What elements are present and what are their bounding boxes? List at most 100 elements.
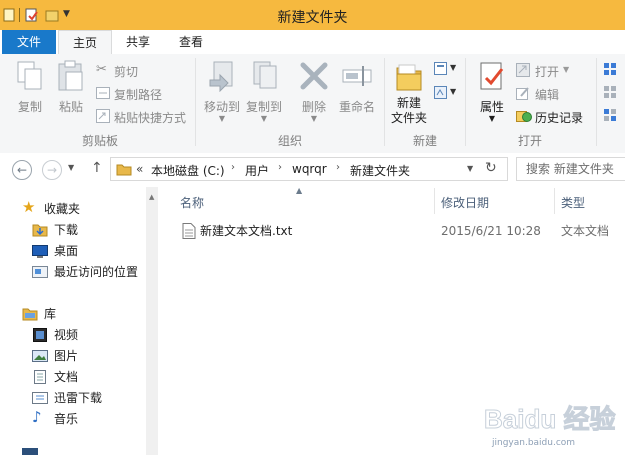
video-icon xyxy=(33,328,47,342)
column-header-modified[interactable]: 修改日期 xyxy=(441,194,489,211)
breadcrumb-chevron-icon[interactable]: › xyxy=(336,162,340,173)
nav-desktop-label: 桌面 xyxy=(54,244,79,258)
music-note-icon: ♪ xyxy=(32,408,42,426)
breadcrumb-users[interactable]: 用户 xyxy=(245,162,269,179)
copy-to-button[interactable]: 复制到 ▼ xyxy=(244,60,284,123)
rename-icon xyxy=(342,66,372,86)
organize-group-label: 组织 xyxy=(277,134,302,148)
new-group-label: 新建 xyxy=(412,134,437,148)
text-file-icon xyxy=(182,223,196,239)
forward-button[interactable]: → xyxy=(42,160,62,180)
recent-places-icon xyxy=(32,266,48,278)
file-type: 文本文档 xyxy=(561,224,610,238)
star-icon: ★ xyxy=(22,198,36,216)
ribbon-separator xyxy=(465,58,466,146)
arrow-up-icon: ↑ xyxy=(91,160,103,176)
move-to-button[interactable]: 移动到 ▼ xyxy=(202,60,242,123)
recent-locations-dropdown[interactable]: ▼ xyxy=(68,163,74,172)
copy-path-label: 复制路径 xyxy=(114,88,163,102)
column-divider[interactable] xyxy=(434,188,435,214)
navigation-pane xyxy=(0,187,158,455)
tab-view[interactable]: 查看 xyxy=(166,30,216,54)
copy-button[interactable]: 复制 xyxy=(14,60,46,115)
breadcrumb-local-disk[interactable]: 本地磁盘 (C:) xyxy=(151,162,225,179)
search-input[interactable]: 搜索 新建文件夹 xyxy=(516,157,625,181)
breadcrumb-overflow[interactable]: « xyxy=(136,162,143,176)
paste-shortcut-label: 粘贴快捷方式 xyxy=(114,111,187,125)
tab-share[interactable]: 共享 xyxy=(114,30,162,54)
paste-label: 粘贴 xyxy=(58,100,83,114)
arrow-left-icon: ← xyxy=(16,163,28,177)
breadcrumb-chevron-icon[interactable]: › xyxy=(278,162,282,173)
back-button[interactable]: ← xyxy=(12,160,32,180)
nav-pane-scrollbar[interactable]: ▲ xyxy=(146,187,158,455)
ribbon-separator xyxy=(195,58,196,146)
cut-label: 剪切 xyxy=(114,65,139,79)
desktop-icon xyxy=(32,245,48,258)
ribbon-separator xyxy=(384,58,385,146)
file-name: 新建文本文档.txt xyxy=(200,224,293,238)
dropdown-arrow-icon: ▼ xyxy=(260,114,268,123)
tab-file[interactable]: 文件 xyxy=(2,30,56,54)
ribbon-tabs: 文件 主页 共享 查看 xyxy=(0,30,625,56)
nav-thunder-label: 迅雷下载 xyxy=(54,391,103,405)
properties-label: 属性 xyxy=(479,100,504,114)
copy-to-icon xyxy=(253,61,277,89)
nav-favorites-label: 收藏夹 xyxy=(44,202,81,216)
rename-button[interactable]: 重命名 xyxy=(336,60,378,115)
dropdown-arrow-icon: ▼ xyxy=(488,114,496,123)
move-to-label: 移动到 xyxy=(203,100,240,114)
new-item-button[interactable]: ▼ xyxy=(434,62,458,80)
refresh-icon[interactable]: ↻ xyxy=(485,160,497,176)
documents-icon xyxy=(34,370,46,384)
ribbon: 复制 粘贴 ✂ 剪切 复制路径 粘贴快捷方式 剪贴板 移动到 ▼ 复制到 ▼ 删… xyxy=(0,54,625,154)
properties-button[interactable]: 属性 ▼ xyxy=(474,60,510,123)
nav-recent-label: 最近访问的位置 xyxy=(54,265,139,279)
breadcrumb-user[interactable]: wqrqr xyxy=(292,162,327,176)
dropdown-arrow-icon: ▼ xyxy=(450,63,457,72)
invert-selection-icon[interactable] xyxy=(603,108,617,125)
downloads-folder-icon xyxy=(32,224,48,237)
copy-to-label: 复制到 xyxy=(245,100,282,114)
column-divider[interactable] xyxy=(554,188,555,214)
pictures-icon xyxy=(32,350,48,362)
address-dropdown-icon[interactable]: ▼ xyxy=(467,164,473,173)
file-row[interactable]: 新建文本文档.txt 2015/6/21 10:28 文本文档 xyxy=(175,221,625,241)
tab-home[interactable]: 主页 xyxy=(58,30,112,56)
easy-access-button[interactable]: ▼ xyxy=(434,86,458,104)
up-button[interactable]: ↑ xyxy=(91,160,103,176)
address-bar[interactable]: « 本地磁盘 (C:) › 用户 › wqrqr › 新建文件夹 ▼ ↻ xyxy=(110,157,508,181)
select-all-icon[interactable] xyxy=(603,62,617,79)
paste-button[interactable]: 粘贴 xyxy=(55,60,87,115)
dropdown-arrow-icon: ▼ xyxy=(563,65,570,74)
window-title: 新建文件夹 xyxy=(277,10,348,26)
history-label: 历史记录 xyxy=(535,111,584,125)
breadcrumb-current-folder[interactable]: 新建文件夹 xyxy=(350,162,410,179)
nav-libraries-label: 库 xyxy=(44,307,57,321)
paste-shortcut-icon xyxy=(96,109,110,123)
column-header-type[interactable]: 类型 xyxy=(561,194,585,211)
select-none-icon[interactable] xyxy=(603,85,617,102)
watermark-url: jingyan.baidu.com xyxy=(492,438,576,448)
nav-music-label: 音乐 xyxy=(54,412,79,426)
breadcrumb-chevron-icon[interactable]: › xyxy=(231,162,235,173)
new-folder-button[interactable]: 新建 文件夹 xyxy=(390,60,428,126)
paste-icon xyxy=(58,60,83,91)
delete-x-icon xyxy=(300,62,328,90)
scroll-up-icon[interactable]: ▲ xyxy=(149,193,154,201)
watermark-text: Baidu 经验 xyxy=(484,404,615,434)
ribbon-separator xyxy=(596,58,597,146)
dropdown-arrow-icon: ▼ xyxy=(450,87,457,96)
nav-downloads-label: 下载 xyxy=(54,223,79,237)
dropdown-arrow-icon: ▼ xyxy=(218,114,226,123)
move-to-icon xyxy=(209,61,233,92)
column-header-name[interactable]: 名称 xyxy=(180,194,204,211)
copy-path-icon xyxy=(96,87,110,99)
edit-icon xyxy=(516,87,529,100)
file-modified-date: 2015/6/21 10:28 xyxy=(441,224,541,238)
title-bar: ▼ 新建文件夹 xyxy=(0,0,625,30)
arrow-right-icon: → xyxy=(46,163,58,177)
copy-icon xyxy=(17,61,42,90)
delete-button[interactable]: 删除 ▼ xyxy=(298,60,330,123)
new-folder-label-line2: 文件夹 xyxy=(390,111,427,125)
